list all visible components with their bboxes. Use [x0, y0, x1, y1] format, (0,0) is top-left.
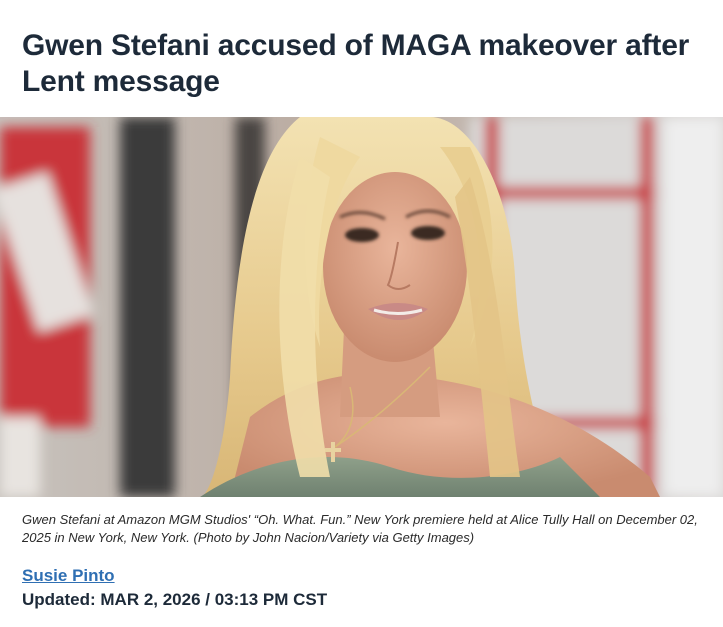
article: Gwen Stefani accused of MAGA makeover af… — [0, 0, 723, 627]
author-link[interactable]: Susie Pinto — [22, 566, 327, 586]
headline: Gwen Stefani accused of MAGA makeover af… — [22, 29, 690, 98]
hero-photo — [0, 117, 723, 497]
byline: Susie Pinto Updated: MAR 2, 2026 / 03:13… — [22, 566, 327, 610]
updated-timestamp: Updated: MAR 2, 2026 / 03:13 PM CST — [22, 590, 328, 609]
photo-caption: Gwen Stefani at Amazon MGM Studios' “Oh.… — [22, 512, 698, 545]
hero-photo-illustration — [0, 117, 723, 497]
